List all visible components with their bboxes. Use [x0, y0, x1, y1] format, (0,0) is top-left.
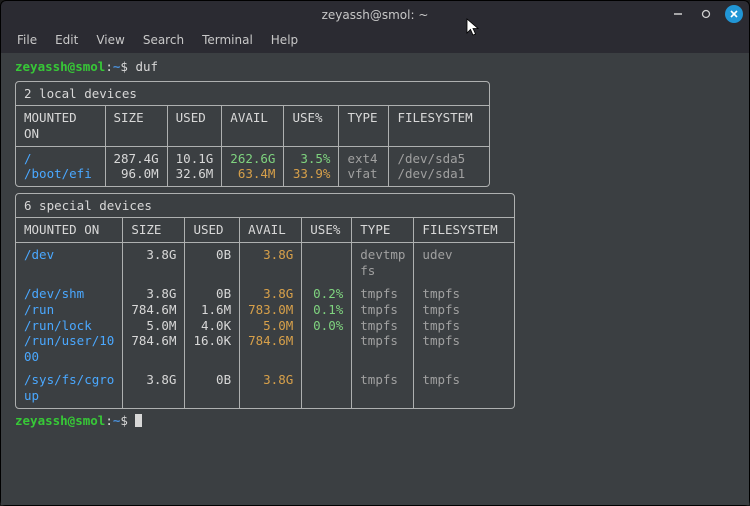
duf-cell-mount: //boot/efi — [16, 146, 105, 186]
duf-cell-mount: /dev — [16, 243, 123, 283]
duf-cell-used: 0B — [185, 368, 240, 407]
duf-output: 2 local devicesMOUNTED ONSIZEUSEDAVAILUS… — [15, 81, 735, 409]
duf-section: 6 special devicesMOUNTED ONSIZEUSEDAVAIL… — [15, 193, 515, 409]
duf-section: 2 local devicesMOUNTED ONSIZEUSEDAVAILUS… — [15, 81, 490, 187]
duf-cell-fs: udev — [414, 243, 514, 283]
table-row: /dev/shm/run/run/lock/run/user/10003.8G7… — [16, 282, 514, 368]
duf-col-header: AVAIL — [240, 218, 302, 242]
duf-cell-use — [302, 243, 352, 283]
duf-cell-size: 3.8G784.6M5.0M784.6M — [123, 282, 185, 368]
duf-table: MOUNTED ONSIZEUSEDAVAILUSE%TYPEFILESYSTE… — [16, 106, 489, 186]
duf-cell-mount: /sys/fs/cgroup — [16, 368, 123, 407]
duf-col-header: SIZE — [123, 218, 185, 242]
duf-col-header: FILESYSTEM — [414, 218, 514, 242]
menu-terminal[interactable]: Terminal — [202, 33, 253, 47]
terminal-area[interactable]: zeyassh@smol:~$ duf 2 local devicesMOUNT… — [1, 53, 749, 505]
prompt-line: zeyassh@smol:~$ duf — [15, 59, 735, 75]
command: duf — [135, 59, 158, 74]
duf-cell-size: 287.4G96.0M — [105, 146, 167, 186]
duf-cell-used: 0B — [185, 243, 240, 283]
duf-col-header: MOUNTED ON — [16, 106, 105, 146]
duf-cell-avail: 3.8G — [240, 243, 302, 283]
window-controls — [669, 5, 743, 23]
duf-cell-used: 0B1.6M4.0K16.0K — [185, 282, 240, 368]
text-cursor — [135, 414, 142, 427]
maximize-button[interactable] — [697, 5, 715, 23]
duf-section-title: 6 special devices — [16, 194, 514, 218]
menu-file[interactable]: File — [17, 33, 37, 47]
duf-col-header: FILESYSTEM — [389, 106, 489, 146]
duf-cell-mount: /dev/shm/run/run/lock/run/user/1000 — [16, 282, 123, 368]
menu-edit[interactable]: Edit — [55, 33, 78, 47]
close-button[interactable] — [725, 5, 743, 23]
duf-cell-avail: 262.6G63.4M — [222, 146, 284, 186]
menu-help[interactable]: Help — [271, 33, 298, 47]
duf-col-header: USE% — [302, 218, 352, 242]
duf-cell-avail: 3.8G — [240, 368, 302, 407]
minimize-button[interactable] — [669, 5, 687, 23]
duf-cell-type: tmpfstmpfstmpfstmpfs — [352, 282, 414, 368]
menu-search[interactable]: Search — [143, 33, 184, 47]
menu-view[interactable]: View — [96, 33, 124, 47]
duf-cell-fs: tmpfs — [414, 368, 514, 407]
duf-col-header: USED — [167, 106, 222, 146]
duf-cell-fs: /dev/sda5/dev/sda1 — [389, 146, 489, 186]
duf-cell-type: tmpfs — [352, 368, 414, 407]
duf-cell-use — [302, 368, 352, 407]
table-row: //boot/efi287.4G96.0M10.1G32.6M262.6G63.… — [16, 146, 489, 186]
duf-cell-used: 10.1G32.6M — [167, 146, 222, 186]
menubar: File Edit View Search Terminal Help — [1, 29, 749, 53]
duf-table: MOUNTED ONSIZEUSEDAVAILUSE%TYPEFILESYSTE… — [16, 218, 514, 407]
prompt-symbol: $ — [120, 59, 128, 74]
duf-cell-type: ext4vfat — [339, 146, 389, 186]
duf-cell-type: devtmpfs — [352, 243, 414, 283]
terminal-window: zeyassh@smol: ~ File Edit View Search Te… — [0, 0, 750, 506]
duf-col-header: USED — [185, 218, 240, 242]
duf-section-title: 2 local devices — [16, 82, 489, 106]
prompt-line-2: zeyassh@smol:~$ — [15, 413, 735, 429]
prompt-user: zeyassh@smol — [15, 59, 105, 74]
duf-col-header: USE% — [284, 106, 339, 146]
duf-cell-use: 0.2%0.1%0.0% — [302, 282, 352, 368]
duf-col-header: MOUNTED ON — [16, 218, 123, 242]
table-row: /sys/fs/cgroup3.8G0B3.8Gtmpfstmpfs — [16, 368, 514, 407]
table-row: /dev3.8G0B3.8Gdevtmpfsudev — [16, 243, 514, 283]
window-title: zeyassh@smol: ~ — [322, 8, 429, 22]
duf-cell-size: 3.8G — [123, 368, 185, 407]
duf-cell-use: 3.5%33.9% — [284, 146, 339, 186]
duf-col-header: AVAIL — [222, 106, 284, 146]
duf-col-header: TYPE — [352, 218, 414, 242]
duf-cell-avail: 3.8G783.0M5.0M784.6M — [240, 282, 302, 368]
duf-col-header: TYPE — [339, 106, 389, 146]
titlebar[interactable]: zeyassh@smol: ~ — [1, 1, 749, 29]
duf-cell-fs: tmpfstmpfstmpfstmpfs — [414, 282, 514, 368]
duf-cell-size: 3.8G — [123, 243, 185, 283]
duf-col-header: SIZE — [105, 106, 167, 146]
